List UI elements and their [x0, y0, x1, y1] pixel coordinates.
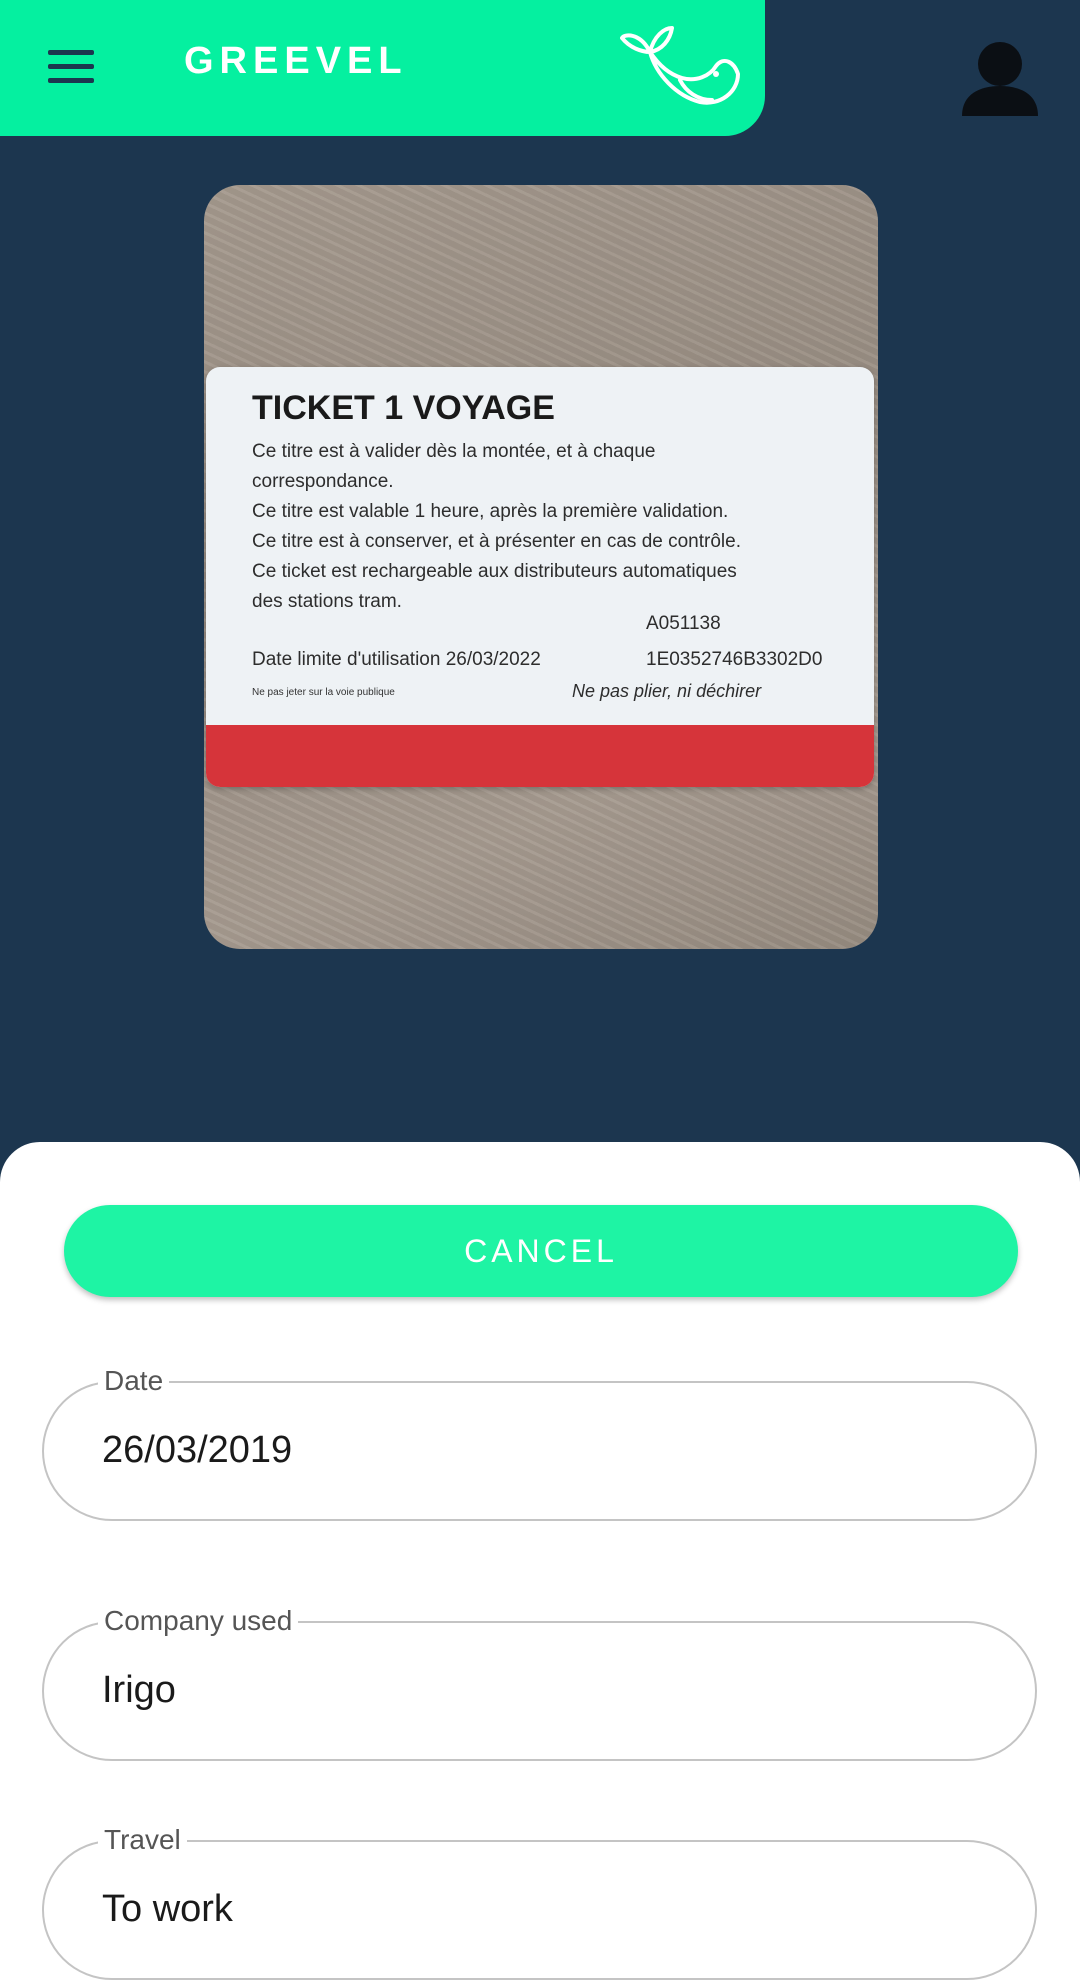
ticket-serial: A051138	[646, 613, 721, 634]
date-value[interactable]: 26/03/2019	[102, 1429, 292, 1472]
ticket-card: TICKET 1 VOYAGE Ce titre est à valider d…	[206, 367, 874, 787]
date-field[interactable]: Date 26/03/2019	[42, 1365, 1037, 1521]
cancel-button[interactable]: CANCEL	[64, 1205, 1018, 1297]
ticket-title: TICKET 1 VOYAGE	[252, 389, 555, 427]
travel-field[interactable]: Travel To work	[42, 1824, 1037, 1980]
ticket-fold-notice: Ne pas plier, ni déchirer	[572, 681, 762, 701]
ticket-photo: TICKET 1 VOYAGE Ce titre est à valider d…	[204, 185, 878, 949]
ticket-expiry: Date limite d'utilisation 26/03/2022	[252, 649, 541, 670]
company-value[interactable]: Irigo	[102, 1669, 176, 1712]
ticket-terms: Ce titre est à valider dès la montée, et…	[252, 441, 741, 612]
company-field[interactable]: Company used Irigo	[42, 1605, 1037, 1761]
menu-button[interactable]	[40, 40, 104, 94]
travel-label: Travel	[98, 1824, 187, 1856]
company-label: Company used	[98, 1605, 299, 1637]
bottom-sheet: CANCEL Date 26/03/2019 Company used Irig…	[0, 1142, 1080, 1988]
person-icon[interactable]	[958, 36, 1042, 120]
app-bar: GREEVEL	[0, 0, 765, 136]
date-label: Date	[98, 1365, 170, 1397]
hamburger-menu-icon	[48, 50, 94, 55]
ticket-magnetic-stripe	[206, 725, 874, 787]
app-title: GREEVEL	[184, 40, 408, 82]
ticket-small-text: Ne pas jeter sur la voie publique	[252, 687, 395, 698]
travel-value[interactable]: To work	[102, 1888, 233, 1931]
whale-leaf-logo-icon	[620, 26, 740, 105]
ticket-code: 1E0352746B3302D0	[646, 649, 823, 670]
